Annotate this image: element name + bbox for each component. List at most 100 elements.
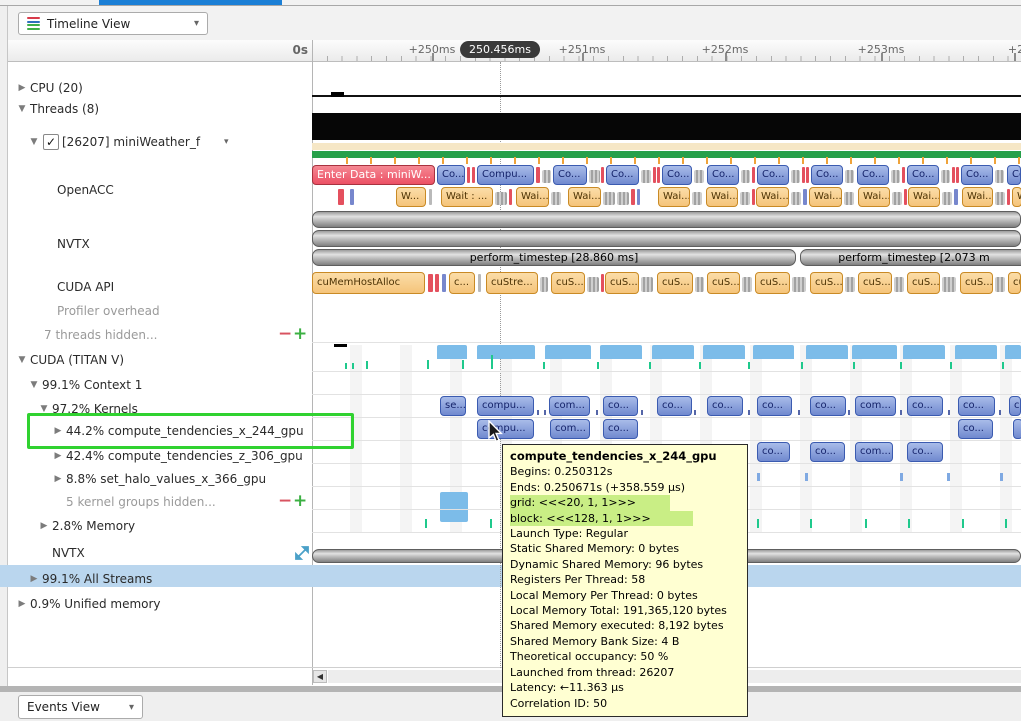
cuda-api-call-separator (845, 277, 855, 292)
memory-op-mark (950, 362, 952, 369)
events-view-dropdown[interactable]: Events View ▾ (18, 695, 143, 719)
memory-op-mark (491, 355, 493, 369)
cuda-api-call-block[interactable]: c... (449, 272, 475, 294)
expand-arrow-icon[interactable]: ▶ (38, 516, 50, 536)
openacc-event-separator (657, 167, 660, 183)
kernel-block[interactable]: co... (657, 396, 692, 416)
compute-tendencies-x-kernel-block[interactable]: compu... (477, 419, 534, 439)
openacc-wait-block[interactable]: Wai... (516, 187, 549, 207)
add-filter-icon[interactable]: + (293, 492, 307, 510)
openacc-wait-block[interactable]: Wai... (756, 187, 789, 207)
cuda-api-call-block[interactable]: cuS... (657, 272, 693, 294)
compute-tendencies-x-kernel-block[interactable]: com... (550, 419, 590, 439)
collapse-arrow-icon[interactable]: ▼ (28, 375, 40, 395)
kernel-block[interactable]: compu... (477, 396, 534, 416)
remove-filter-icon[interactable]: − (278, 325, 292, 343)
cuda-api-call-block[interactable]: cuS... (755, 272, 790, 294)
openacc-event-block[interactable]: Co... (857, 165, 889, 185)
compute-tendencies-x-kernel-block[interactable]: co... (958, 419, 993, 439)
openacc-event-separator (752, 167, 755, 183)
tooltip-line: Theoretical occupancy: 50 % (510, 649, 740, 664)
compute-tendencies-x-kernel-block[interactable]: co... (603, 419, 638, 439)
cuda-api-call-block[interactable]: cuS... (960, 272, 993, 294)
openacc-wait-block[interactable]: Wai... (962, 187, 993, 207)
openacc-wait-block[interactable]: Wait : ... (441, 187, 493, 207)
collapse-arrow-icon[interactable]: ▼ (28, 132, 40, 152)
openacc-event-block[interactable]: Co... (961, 165, 993, 185)
openacc-event-block[interactable]: Co (1007, 165, 1021, 185)
compute-tendencies-z-kernel-block[interactable]: co... (810, 442, 845, 462)
nvtx-range-bar[interactable] (312, 211, 1021, 228)
expand-arrow-icon[interactable]: ▶ (16, 594, 28, 614)
openacc-event-block[interactable]: Co... (707, 165, 739, 185)
openacc-event-block[interactable]: Co... (757, 165, 789, 185)
add-filter-icon[interactable]: + (293, 325, 307, 343)
kernel-block[interactable]: co... (603, 396, 638, 416)
openacc-event-block[interactable]: Co... (662, 165, 692, 185)
openacc-wait-separator (603, 192, 615, 205)
cuda-api-call-block[interactable]: cuS... (907, 272, 940, 294)
cuda-api-call-separator (742, 277, 752, 292)
openacc-wait-block[interactable]: W... (396, 187, 426, 207)
compute-tendencies-x-kernel-separator (1013, 419, 1021, 439)
collapse-arrow-icon[interactable]: ▼ (16, 99, 28, 119)
openacc-event-block[interactable]: Co... (907, 165, 939, 185)
kernel-block[interactable]: co... (958, 396, 995, 416)
openacc-event-block[interactable]: Co... (606, 165, 639, 185)
expand-resize-icon[interactable] (294, 545, 310, 561)
chevron-down-icon[interactable]: ▾ (224, 132, 229, 152)
openacc-wait-block[interactable]: Wai... (809, 187, 842, 207)
nvtx-range-bar[interactable] (312, 230, 1021, 247)
timeline-view-dropdown[interactable]: Timeline View ▾ (18, 12, 208, 35)
thread-state-bar[interactable] (312, 113, 1021, 140)
cuda-api-call-block[interactable]: cu (1008, 272, 1021, 294)
kernel-block[interactable]: com... (549, 396, 590, 416)
expand-arrow-icon[interactable]: ▶ (52, 446, 64, 466)
compute-tendencies-z-kernel-block[interactable]: co... (757, 442, 790, 462)
tooltip-line: Launch Type: Regular (510, 526, 740, 541)
kernel-block[interactable]: co... (707, 396, 743, 416)
cuda-api-call-separator (428, 274, 433, 292)
kernel-block[interactable]: com... (855, 396, 896, 416)
openacc-wait-block[interactable]: W (1012, 187, 1021, 207)
openacc-event-block[interactable]: Co... (811, 165, 843, 185)
cuda-api-call-block[interactable]: cuS... (551, 272, 585, 294)
cuda-api-call-block[interactable]: cuS... (810, 272, 843, 294)
openacc-wait-block[interactable]: Wai... (908, 187, 940, 207)
openacc-event-block[interactable]: Enter Data : miniW... (312, 165, 435, 185)
cuda-api-call-block[interactable]: cuMemHostAlloc (312, 272, 425, 294)
expand-arrow-icon[interactable]: ▶ (52, 469, 64, 489)
kernel-block[interactable]: se... (440, 396, 466, 416)
openacc-event-block[interactable]: Compu... (477, 165, 534, 185)
openacc-wait-block[interactable]: Wai... (568, 187, 601, 207)
openacc-event-separator (845, 170, 854, 183)
cuda-api-call-block[interactable]: cuS... (707, 272, 740, 294)
kernel-block[interactable]: co (1009, 396, 1021, 416)
small-kernel-mark (537, 410, 539, 415)
openacc-wait-block[interactable]: Wai... (706, 187, 738, 207)
cuda-api-call-block[interactable]: cuS... (858, 272, 892, 294)
openacc-event-block[interactable]: Co... (553, 165, 587, 185)
kernel-block[interactable]: co... (810, 396, 846, 416)
kernel-block[interactable]: co... (907, 396, 943, 416)
ruler-origin-label: 0s (260, 43, 308, 57)
openacc-wait-block[interactable]: Wai... (858, 187, 890, 207)
compute-tendencies-z-kernel-block[interactable]: com... (855, 442, 893, 462)
small-kernel-mark (596, 410, 598, 415)
compute-tendencies-x-row: compu... com... co... co... (312, 419, 1021, 440)
expand-arrow-icon[interactable]: ▶ (28, 569, 40, 589)
nvtx-perform-timestep-bar[interactable]: perform_timestep [2.073 m (800, 249, 1021, 266)
compute-tendencies-z-kernel-block[interactable]: co... (907, 442, 943, 462)
collapse-arrow-icon[interactable]: ▼ (16, 350, 28, 370)
nvtx-perform-timestep-bar[interactable]: perform_timestep [28.860 ms] (312, 249, 796, 266)
cuda-api-call-separator (601, 274, 604, 292)
expand-arrow-icon[interactable]: ▶ (16, 78, 28, 98)
cuda-api-call-block[interactable]: cuS... (605, 272, 639, 294)
kernel-block[interactable]: co... (757, 396, 792, 416)
openacc-wait-block[interactable]: Wai... (658, 187, 690, 207)
cuda-api-call-block[interactable]: cuStre... (486, 272, 538, 294)
openacc-event-block[interactable]: Co... (437, 165, 465, 185)
process-checkbox[interactable]: ✓ (43, 134, 59, 150)
remove-filter-icon[interactable]: − (278, 492, 292, 510)
openacc-wait-row: W... Wait : ... Wai... Wai... Wai... Wai... Wa… (312, 187, 1021, 208)
